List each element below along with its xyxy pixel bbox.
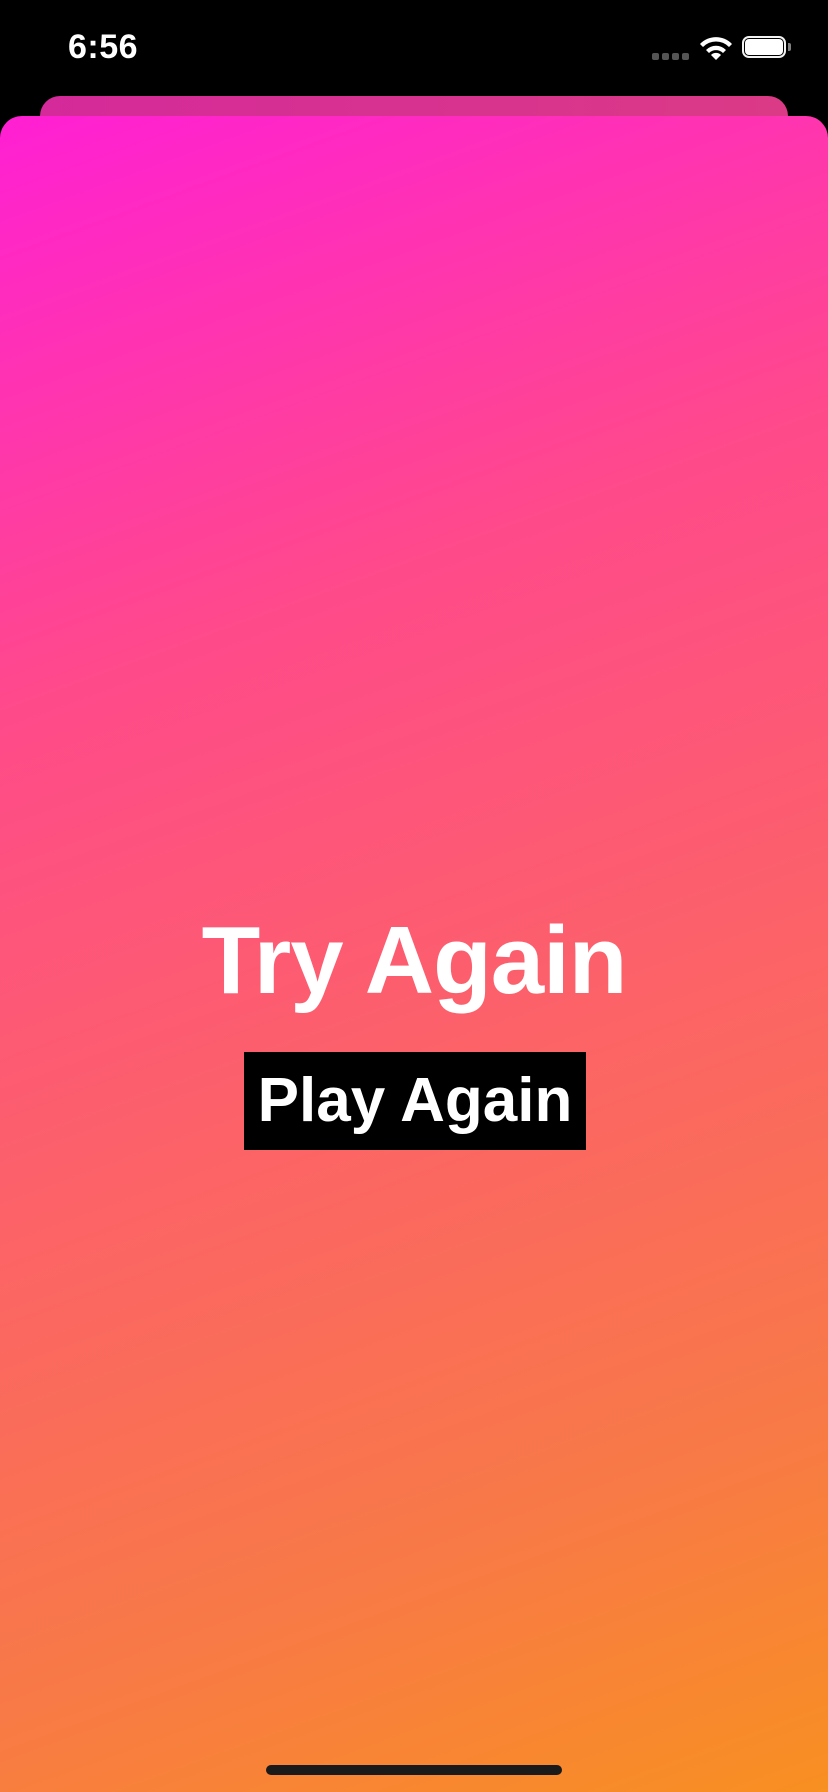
- cellular-signal-icon: [652, 53, 690, 61]
- game-over-card: Try Again Play Again: [0, 116, 828, 1792]
- status-time: 6:56: [68, 28, 139, 66]
- home-indicator[interactable]: [266, 1765, 562, 1775]
- app-screen: 6:56 Try Again Play Again: [0, 0, 828, 1792]
- game-over-title: Try Again: [201, 907, 628, 1014]
- status-bar: 6:56: [0, 0, 828, 96]
- battery-icon: [742, 36, 794, 62]
- play-again-button[interactable]: Play Again: [244, 1052, 586, 1150]
- wifi-icon: [698, 36, 734, 62]
